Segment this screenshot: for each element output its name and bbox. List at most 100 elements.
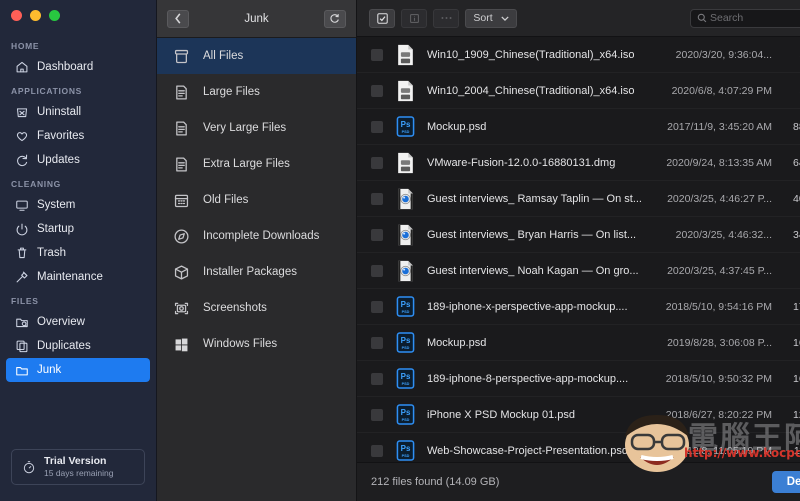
file-row[interactable]: Ps PSD iPhone X PSD Mockup 01.psd 2018/6/27… <box>357 397 800 434</box>
file-name: iPhone X PSD Mockup 01.psd <box>427 408 575 421</box>
file-name: Win10_2004_Chinese(Traditional)_x64.iso <box>427 84 635 97</box>
file-date: 2018/6/27, 8:20:22 PM <box>665 408 772 421</box>
file-row[interactable]: Guest interviews_ Ramsay Taplin — On st.… <box>357 181 800 218</box>
windows-icon <box>172 335 190 353</box>
file-name: Mockup.psd <box>427 336 487 349</box>
file-date: 2017/12/8, 11:05:19 PM <box>660 444 772 457</box>
archive-box-icon <box>172 47 190 65</box>
more-button[interactable] <box>433 8 459 28</box>
file-name: Guest interviews_ Bryan Harris — On list… <box>427 228 637 241</box>
file-row[interactable]: PsPSD Mockup.psd 2017/11/9, 3:45:20 AM 880.… <box>357 109 800 146</box>
sidebar-item-label: System <box>37 199 76 211</box>
close-button[interactable] <box>11 9 22 21</box>
sidebar-item-dashboard[interactable]: Dashboard <box>6 55 150 79</box>
minimize-button[interactable] <box>30 9 41 21</box>
file-checkbox[interactable] <box>371 228 383 241</box>
file-row[interactable]: Ps PSD 189-iphone-x-perspective-app-mockup… <box>357 289 800 326</box>
category-item-incomplete-downloads[interactable]: Incomplete Downloads <box>157 218 356 254</box>
camera-icon <box>172 299 190 317</box>
sidebar-item-label: Uninstall <box>37 106 82 118</box>
sidebar-item-label: Maintenance <box>37 271 103 283</box>
category-item-extra-large-files[interactable]: Extra Large Files <box>157 146 356 182</box>
sidebar-item-duplicates[interactable]: Duplicates <box>6 334 150 358</box>
file-row[interactable]: Ps PSD 189-iphone-8-perspective-app-mockup… <box>357 361 800 398</box>
category-item-installer-packages[interactable]: Installer Packages <box>157 254 356 290</box>
back-button[interactable] <box>167 9 189 28</box>
refresh-button[interactable] <box>323 9 346 28</box>
sidebar-item-label: Junk <box>37 364 62 376</box>
file-checkbox[interactable] <box>371 336 383 349</box>
folder-icon <box>15 363 29 377</box>
chevron-left-icon <box>175 13 181 24</box>
file-checkbox[interactable] <box>371 48 383 61</box>
category-item-label: Incomplete Downloads <box>203 230 320 242</box>
home-icon <box>15 60 29 74</box>
search-field[interactable]: Search <box>690 8 800 28</box>
file-checkbox[interactable] <box>371 264 383 277</box>
sidebar-item-trash[interactable]: Trash <box>6 241 150 265</box>
info-button[interactable] <box>401 8 427 28</box>
file-date: 2020/3/20, 9:36:04... <box>675 48 772 61</box>
category-item-label: Windows Files <box>203 338 278 350</box>
file-row[interactable]: VMware-Fusion-12.0.0-16880131.dmg 2020/9/… <box>357 145 800 182</box>
svg-text:Ps: Ps <box>400 336 410 345</box>
sidebar-item-junk[interactable]: Junk <box>6 358 150 382</box>
zoom-button[interactable] <box>49 9 60 21</box>
file-checkbox[interactable] <box>371 408 383 421</box>
svg-text:PSD: PSD <box>401 346 409 350</box>
svg-text:Ps: Ps <box>400 372 410 381</box>
monitor-icon <box>15 198 29 212</box>
sidebar-item-maintenance[interactable]: Maintenance <box>6 265 150 289</box>
checkbox-checked-icon <box>376 12 388 24</box>
file-checkbox[interactable] <box>371 84 383 97</box>
file-size: 162.2 MB <box>793 336 800 349</box>
file-row[interactable]: Guest interviews_ Bryan Harris — On list… <box>357 217 800 254</box>
file-row[interactable]: Guest interviews_ Noah Kagan — On gro...… <box>357 253 800 290</box>
file-row[interactable]: Win10_1909_Chinese(Traditional)_x64.iso 2… <box>357 37 800 74</box>
sidebar-item-overview[interactable]: Overview <box>6 310 150 334</box>
file-name: VMware-Fusion-12.0.0-16880131.dmg <box>427 156 616 169</box>
file-checkbox[interactable] <box>371 120 383 133</box>
sidebar-item-label: Duplicates <box>37 340 91 352</box>
sidebar-section-header: FILES <box>11 296 39 306</box>
category-list: All Files Large Files Very Large Files Extr… <box>157 38 356 501</box>
sidebar-item-updates[interactable]: Updates <box>6 148 150 172</box>
svg-text:PSD: PSD <box>401 310 409 314</box>
file-date: 2017/11/9, 3:45:20 AM <box>667 120 772 133</box>
file-row[interactable]: Ps PSD Web-Showcase-Project-Presentation.p… <box>357 433 800 462</box>
file-checkbox[interactable] <box>371 192 383 205</box>
sidebar-item-label: Startup <box>37 223 75 235</box>
delete-button[interactable]: Delete <box>772 470 800 493</box>
file-row[interactable]: Win10_2004_Chinese(Traditional)_x64.iso 2… <box>357 73 800 110</box>
category-item-all-files[interactable]: All Files <box>157 38 356 74</box>
file-list[interactable]: Win10_1909_Chinese(Traditional)_x64.iso 2… <box>357 37 800 462</box>
file-row[interactable]: PsPSD Mockup.psd 2019/8/28, 3:06:08 P... 16… <box>357 325 800 362</box>
file-date: 2020/9/24, 8:13:35 AM <box>666 156 772 169</box>
psd-file-icon: Ps PSD <box>395 440 415 462</box>
svg-text:PSD: PSD <box>401 130 409 134</box>
file-date: 2020/6/8, 4:07:29 PM <box>671 84 772 97</box>
file-checkbox[interactable] <box>371 444 383 457</box>
refresh-icon <box>330 14 340 23</box>
trial-badge[interactable]: Trial Version 15 days remaining <box>11 449 145 485</box>
sidebar-item-uninstall[interactable]: Uninstall <box>6 100 150 124</box>
search-input[interactable]: Search <box>710 12 743 24</box>
category-item-old-files[interactable]: Old Files <box>157 182 356 218</box>
category-item-large-files[interactable]: Large Files <box>157 74 356 110</box>
category-item-screenshots[interactable]: Screenshots <box>157 290 356 326</box>
file-checkbox[interactable] <box>371 156 383 169</box>
category-item-windows-files[interactable]: Windows Files <box>157 326 356 362</box>
category-item-very-large-files[interactable]: Very Large Files <box>157 110 356 146</box>
file-checkbox[interactable] <box>371 372 383 385</box>
power-icon <box>15 222 29 236</box>
sidebar-item-startup[interactable]: Startup <box>6 217 150 241</box>
sidebar-item-label: Trash <box>37 247 66 259</box>
select-all-button[interactable] <box>369 8 395 28</box>
file-date: 2020/3/25, 4:46:32... <box>675 228 772 241</box>
sidebar-item-favorites[interactable]: Favorites <box>6 124 150 148</box>
file-checkbox[interactable] <box>371 300 383 313</box>
sidebar-item-system[interactable]: System <box>6 193 150 217</box>
sort-dropdown[interactable]: Sort <box>465 8 517 28</box>
category-item-label: Installer Packages <box>203 266 297 278</box>
chevron-down-icon <box>501 16 509 21</box>
